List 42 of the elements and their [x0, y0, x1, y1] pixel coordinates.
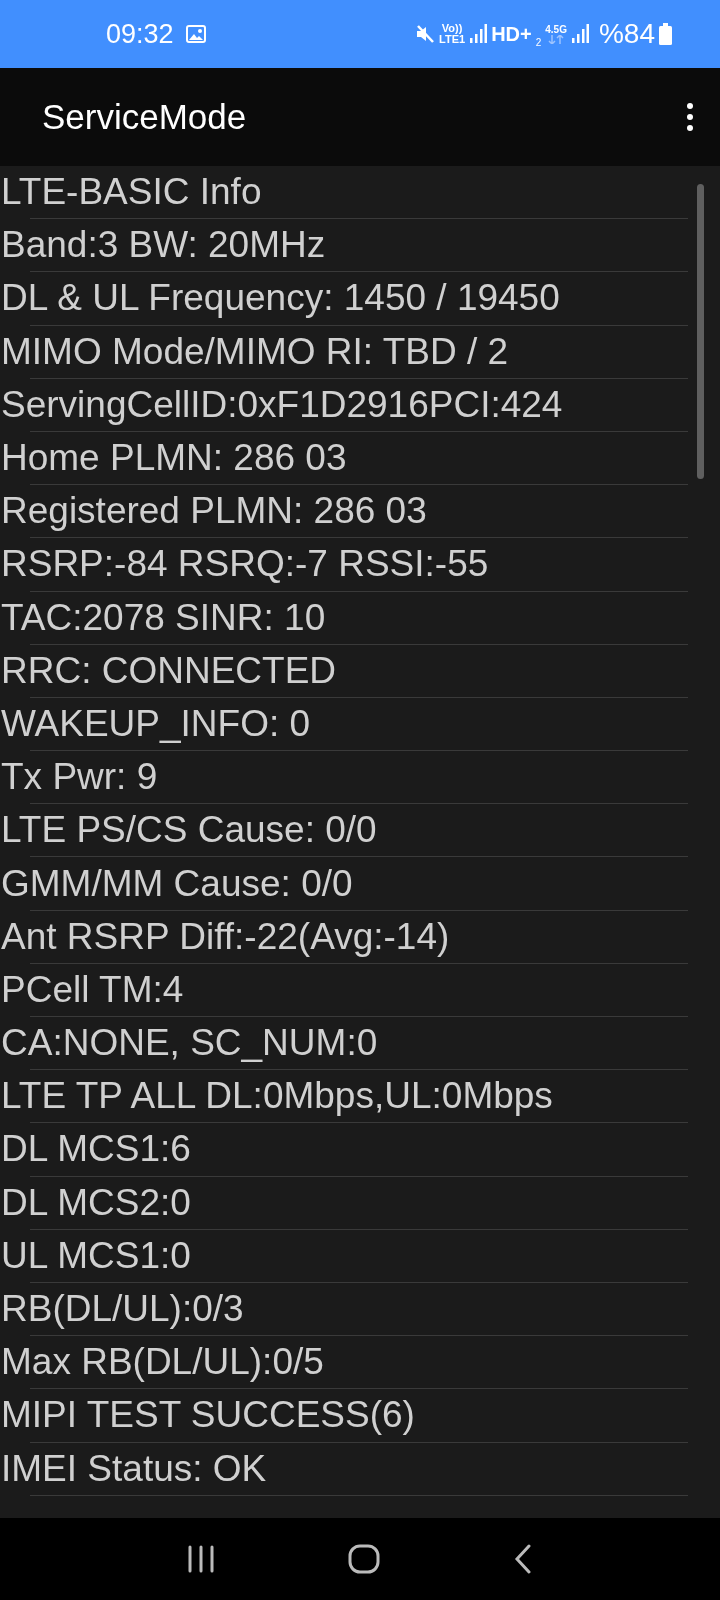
info-line: RRC: CONNECTED — [1, 649, 337, 692]
info-line: Ant RSRP Diff:-22(Avg:-14) — [1, 915, 450, 958]
info-line: Tx Pwr: 9 — [1, 756, 158, 799]
scrollbar[interactable] — [697, 184, 704, 479]
info-line: DL & UL Frequency: 1450 / 19450 — [1, 277, 560, 320]
info-line: CA:NONE, SC_NUM:0 — [1, 1022, 378, 1065]
volte-label: Vo)) LTE1 — [439, 23, 466, 45]
signal-icon — [570, 24, 589, 44]
info-line: Registered PLMN: 286 03 — [1, 490, 427, 533]
info-line: LTE PS/CS Cause: 0/0 — [1, 809, 377, 852]
info-line: GMM/MM Cause: 0/0 — [1, 862, 353, 905]
info-line: Band:3 BW: 20MHz — [1, 224, 326, 267]
image-icon — [185, 25, 206, 43]
signal-icon — [469, 24, 488, 44]
more-options-icon[interactable] — [686, 102, 694, 132]
mute-icon — [415, 24, 436, 44]
info-line: Home PLMN: 286 03 — [1, 437, 347, 480]
info-line: DL MCS2:0 — [1, 1181, 191, 1224]
data-arrows-icon — [548, 35, 565, 44]
info-line: UL MCS1:0 — [1, 1234, 191, 1277]
info-line: Max RB(DL/UL):0/5 — [1, 1341, 324, 1384]
recent-apps-icon[interactable] — [186, 1545, 215, 1573]
hd-label: HD+ — [491, 22, 532, 46]
battery-icon — [659, 23, 672, 45]
info-line: MIMO Mode/MIMO RI: TBD / 2 — [1, 330, 509, 373]
info-line: LTE-BASIC Info — [1, 171, 262, 214]
network-label: 4.5G — [545, 24, 567, 44]
info-line: PCell TM:4 — [1, 968, 184, 1011]
clock-time: 09:32 — [106, 18, 174, 50]
info-line: ServingCellID:0xF1D2916PCI:424 — [1, 383, 563, 426]
info-line: TAC:2078 SINR: 10 — [1, 596, 326, 639]
info-line: MIPI TEST SUCCESS(6) — [1, 1394, 415, 1437]
info-line: IMEI Status: OK — [1, 1447, 267, 1490]
info-line: WAKEUP_INFO: 0 — [1, 702, 311, 745]
app-title: ServiceMode — [42, 97, 248, 137]
battery-percent: %84 — [598, 18, 655, 50]
sim-label: 2 — [535, 37, 542, 48]
info-line: DL MCS1:6 — [1, 1128, 191, 1171]
info-line: LTE TP ALL DL:0Mbps,UL:0Mbps — [1, 1075, 553, 1118]
info-line: RB(DL/UL):0/3 — [1, 1288, 244, 1331]
info-line: RSRP:-84 RSRQ:-7 RSSI:-55 — [1, 543, 489, 586]
home-icon[interactable] — [348, 1544, 380, 1574]
